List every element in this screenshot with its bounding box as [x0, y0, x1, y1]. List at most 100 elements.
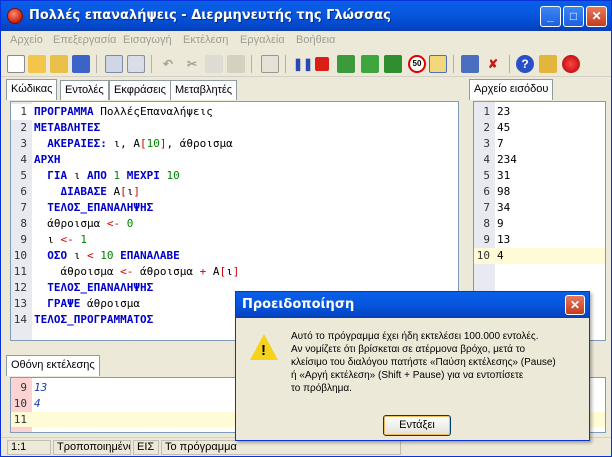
output-tabs: Οθόνη εκτέλεσης — [6, 355, 126, 376]
warning-dialog: Προειδοποίηση ✕ ! Αυτό το πρόγραμμα έχει… — [235, 291, 590, 441]
code-line[interactable]: 6 ΔΙΑΒΑΣΕ Α[ι] — [11, 184, 458, 200]
input-line[interactable]: 1 23 — [474, 104, 605, 120]
dialog-title-bar[interactable]: Προειδοποίηση ✕ — [236, 292, 589, 318]
print-preview-icon[interactable] — [105, 55, 123, 73]
status-position: 1:1 — [7, 440, 51, 455]
title-bar[interactable]: Πολλές επαναλήψεις - Διερμηνευτής της Γλ… — [1, 1, 611, 31]
menu-run[interactable]: Εκτέλεση — [183, 34, 228, 46]
code-token: [ — [120, 185, 127, 198]
copy-icon[interactable] — [205, 55, 223, 73]
step-icon[interactable] — [337, 55, 355, 73]
line-number: 10 — [476, 249, 490, 262]
step-out-icon[interactable] — [384, 55, 402, 73]
step-into-icon[interactable] — [361, 55, 379, 73]
input-line[interactable]: 10 4 — [474, 248, 605, 264]
tab-commands[interactable]: Εντολές — [60, 80, 109, 100]
line-number: 9 — [20, 233, 27, 246]
code-token: άθροισμα — [34, 217, 107, 230]
code-token: ΓΡΑΨΕ — [34, 297, 87, 310]
code-token: 1 — [80, 233, 87, 246]
code-token: άθροισμα — [34, 265, 121, 278]
input-value: 31 — [497, 169, 511, 182]
minimize-button[interactable]: _ — [540, 6, 561, 27]
slow-run-icon[interactable] — [429, 55, 447, 73]
pause-icon[interactable]: ❚❚ — [293, 55, 313, 73]
code-token: ΓΙΑ — [34, 169, 74, 182]
dialog-close-button[interactable]: ✕ — [565, 295, 585, 315]
line-number: 5 — [20, 169, 27, 182]
menu-edit[interactable]: Επεξεργασία — [53, 34, 116, 46]
code-line[interactable]: 9 ι <- 1 — [11, 232, 458, 248]
find-icon[interactable] — [127, 55, 145, 73]
dialog-title: Προειδοποίηση — [242, 297, 355, 312]
output-value: 13 — [34, 381, 48, 394]
code-line[interactable]: 8 άθροισμα <- 0 — [11, 216, 458, 232]
code-token: 10 — [146, 137, 160, 150]
save-icon[interactable] — [72, 55, 90, 73]
input-line[interactable]: 4 234 — [474, 152, 605, 168]
settings-icon[interactable] — [539, 55, 557, 73]
line-number: 8 — [20, 217, 27, 230]
output-value: 4 — [34, 397, 41, 410]
undo-icon[interactable]: ↶ — [159, 55, 177, 73]
open-recent-icon[interactable] — [50, 55, 68, 73]
code-token: ι — [34, 233, 61, 246]
tab-variables[interactable]: Μεταβλητές — [170, 80, 238, 100]
code-line[interactable]: 3 ΑΚΕΡΑΙΕΣ: ι, Α[10], άθροισμα — [11, 136, 458, 152]
maximize-button[interactable]: □ — [563, 6, 584, 27]
code-line[interactable]: 4 ΑΡΧΗ — [11, 152, 458, 168]
input-value: 34 — [497, 201, 511, 214]
menu-tools[interactable]: Εργαλεία — [240, 34, 285, 46]
input-line[interactable]: 89 — [474, 216, 605, 232]
input-line[interactable]: 7 34 — [474, 200, 605, 216]
input-line[interactable]: 5 31 — [474, 168, 605, 184]
code-token: ΑΡΧΗ — [34, 153, 61, 166]
right-tabs: Αρχείο εισόδου — [469, 79, 599, 100]
code-token: <- — [60, 233, 81, 246]
code-line[interactable]: 7 ΤΕΛΟΣ_ΕΠΑΝΑΛΗΨΗΣ — [11, 200, 458, 216]
input-value: 7 — [497, 137, 504, 150]
ok-button[interactable]: Εντάξει — [383, 415, 451, 436]
line-number: 9 — [483, 233, 490, 246]
open-folder-icon[interactable] — [28, 55, 46, 73]
clear-breakpoints-icon[interactable]: ✘ — [484, 55, 502, 73]
code-line[interactable]: 2 ΜΕΤΑΒΛΗΤΕΣ — [11, 120, 458, 136]
window-icon[interactable] — [461, 55, 479, 73]
paste-icon[interactable] — [227, 55, 245, 73]
logo-icon[interactable] — [562, 55, 580, 73]
menu-help[interactable]: Βοήθεια — [296, 34, 335, 46]
code-line[interactable]: 11 άθροισμα <- άθροισμα + Α[ι] — [11, 264, 458, 280]
code-token: ΜΕΧΡΙ — [126, 169, 167, 182]
run-to-icon[interactable] — [261, 55, 279, 73]
menu-insert[interactable]: Εισαγωγή — [123, 34, 172, 46]
code-token: ΑΚΕΡΑΙΕΣ: — [34, 137, 114, 150]
line-number: 6 — [20, 185, 27, 198]
code-line[interactable]: 5 ΓΙΑ ι ΑΠΟ 1 ΜΕΧΡΙ 10 — [11, 168, 458, 184]
line-number: 8 — [483, 217, 490, 230]
line-number: 11 — [13, 413, 27, 426]
input-line[interactable]: 37 — [474, 136, 605, 152]
code-token: ] — [133, 185, 140, 198]
code-token: 10 — [166, 169, 180, 182]
tab-expressions[interactable]: Εκφράσεις — [109, 80, 171, 100]
input-line[interactable]: 9 13 — [474, 232, 605, 248]
code-token: ΤΕΛΟΣ_ΠΡΟΓΡΑΜΜΑΤΟΣ — [34, 313, 154, 326]
input-line[interactable]: 2 45 — [474, 120, 605, 136]
code-token: ΜΕΤΑΒΛΗΤΕΣ — [34, 121, 101, 134]
menu-file[interactable]: Αρχείο — [10, 34, 43, 46]
code-token: ι — [73, 249, 87, 262]
tab-run-screen[interactable]: Οθόνη εκτέλεσης — [6, 355, 100, 376]
code-token: + — [199, 265, 213, 278]
code-line[interactable]: 10 ΟΣΟ ι < 10 ΕΠΑΝΑΛΑΒΕ — [11, 248, 458, 264]
cut-icon[interactable]: ✂ — [183, 55, 201, 73]
new-file-icon[interactable] — [7, 55, 25, 73]
help-icon[interactable]: ? — [516, 55, 534, 73]
tab-input-file[interactable]: Αρχείο εισόδου — [469, 79, 554, 100]
code-line[interactable]: 1 ΠΡΟΓΡΑΜΜΑ ΠολλέςΕπαναλήψεις — [11, 104, 458, 120]
close-button[interactable]: ✕ — [586, 6, 607, 27]
speed-50-icon[interactable]: 50 — [408, 55, 426, 73]
tab-code[interactable]: Κώδικας — [6, 79, 58, 100]
input-line[interactable]: 6 98 — [474, 184, 605, 200]
stop-icon[interactable] — [315, 57, 329, 71]
code-token: <- — [120, 265, 140, 278]
